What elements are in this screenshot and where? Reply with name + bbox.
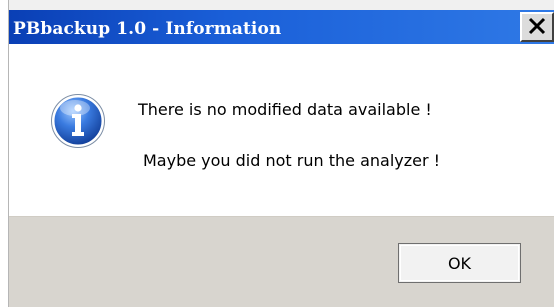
message-dialog: PBbackup 1.0 - Information There is no m… xyxy=(0,0,554,307)
close-icon xyxy=(527,16,547,41)
title-bar[interactable]: PBbackup 1.0 - Information xyxy=(9,10,554,44)
ok-button[interactable]: OK xyxy=(398,243,521,283)
close-x-glyph xyxy=(528,17,546,35)
dialog-button-area: OK xyxy=(9,216,554,307)
information-icon xyxy=(51,94,105,148)
message-line-1: There is no modified data available ! xyxy=(138,100,432,119)
message-line-2: Maybe you did not run the analyzer ! xyxy=(143,151,441,170)
dialog-title: PBbackup 1.0 - Information xyxy=(13,19,282,39)
dialog-content: There is no modified data available ! Ma… xyxy=(9,44,554,216)
close-button[interactable] xyxy=(520,12,554,42)
